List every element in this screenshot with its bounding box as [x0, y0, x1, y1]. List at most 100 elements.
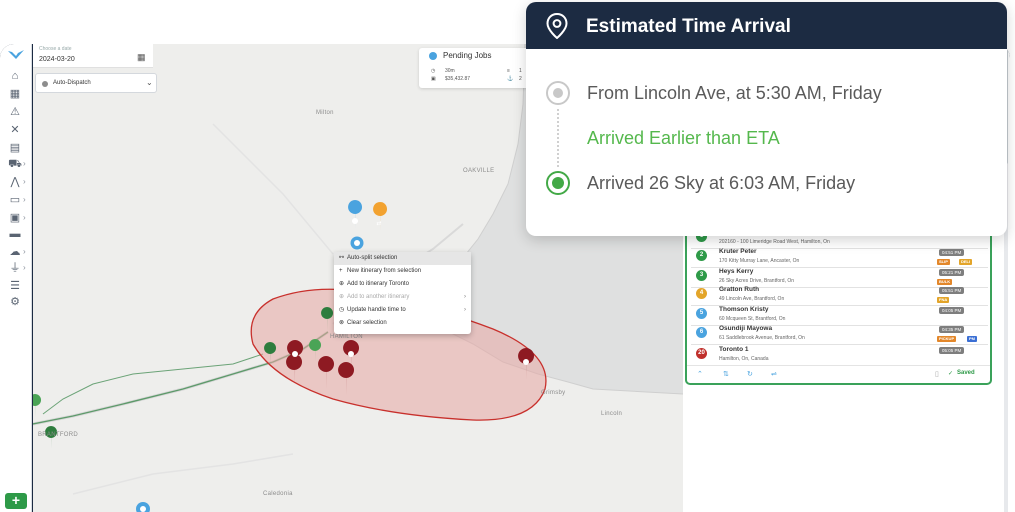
table-icon[interactable]: ▦	[8, 88, 22, 100]
route-card: 1 202160 - 100 Limeridge Road West, Hamil…	[685, 225, 992, 385]
alert-icon[interactable]: ⚠	[8, 106, 22, 118]
eta-card: Estimated Time Arrival From Lincoln Ave,…	[526, 2, 1007, 236]
stop-address: 202160 - 100 Limeridge Road West, Hamilt…	[719, 239, 830, 245]
map-label-oakville: OAKVILLE	[463, 168, 495, 174]
dispatch-select[interactable]: Auto-Dispatch ⌄	[35, 73, 157, 93]
chevron-right-icon[interactable]: ›	[23, 213, 26, 222]
check-circle-icon: ✓	[948, 371, 954, 377]
list-icon: ≡	[507, 68, 510, 74]
menu-item-add-to-another[interactable]: ⊕ Add to another itinerary ›	[334, 291, 471, 304]
menu-item-new-itinerary[interactable]: + New itinerary from selection	[334, 265, 471, 278]
menu-item-add-to-itinerary[interactable]: ⊕ Add to itinerary Toronto	[334, 278, 471, 291]
pending-amount: $35,432.87	[445, 76, 471, 82]
stop-time-badge: 04:05 PM	[939, 307, 965, 314]
marker-blue[interactable]	[348, 200, 363, 229]
arrival-dot-icon	[546, 171, 570, 195]
pending-time: 30m	[445, 68, 455, 74]
chevron-right-icon: ›	[464, 307, 466, 313]
chevron-right-icon[interactable]: ›	[23, 263, 26, 272]
stop-number-badge: 6	[696, 327, 707, 338]
stop-tag-badge: PICKUP	[937, 336, 957, 342]
chevron-right-icon[interactable]: ›	[23, 177, 26, 186]
pending-count-a: 1	[519, 68, 522, 74]
stop-time-badge: 05:05 PM	[939, 347, 965, 354]
home-icon[interactable]: ⌂	[8, 70, 22, 82]
eye-icon	[429, 52, 437, 60]
chevron-right-icon[interactable]: ›	[23, 159, 26, 168]
stop-name: Kruter Peter	[719, 248, 757, 255]
logo-icon	[8, 50, 24, 59]
list-icon[interactable]: ☰	[8, 280, 22, 292]
add-icon: ⊕	[339, 294, 345, 300]
pending-jobs-card[interactable]: Pending Jobs ◷ 30m ▣ $35,432.87 ≡ 1 ⚓ 2	[419, 48, 529, 88]
route-stop[interactable]: 6 Osundiji Mayowa 61 Saddlebrook Avenue, B…	[693, 325, 986, 345]
saved-status: Saved	[957, 370, 975, 376]
stop-name: Heys Kerry	[719, 268, 754, 275]
status-dot-icon	[42, 81, 48, 87]
menu-item-auto-split[interactable]: ⚯ Auto-split selection	[334, 252, 471, 265]
eta-status: Arrived Earlier than ETA	[587, 128, 780, 148]
route-stop[interactable]: 20 Toronto 1 Hamilton, On, Canada 05:05 PM	[693, 346, 986, 366]
chevron-down-icon: ⌄	[146, 78, 153, 87]
gear-icon[interactable]: ⚙	[8, 296, 22, 308]
route-stop[interactable]: 4 Gratton Ruth 49 Lincoln Ave, Brantford, …	[693, 286, 986, 306]
close-circle-icon: ⊗	[339, 320, 345, 326]
route-stop[interactable]: 5 Thomson Kristy 60 Mcqueen St, Brantford,…	[693, 306, 986, 326]
menu-item-update-handle-time[interactable]: ◷ Update handle time to ›	[334, 304, 471, 317]
menu-item-label: Auto-split selection	[347, 255, 398, 261]
swap-icon[interactable]: ⇅	[723, 370, 729, 378]
marker-orange[interactable]: ⇄	[373, 202, 388, 231]
route-card-footer: ⌃ ⇅ ↻ ⇌ ▯ ✓ Saved	[687, 365, 990, 383]
cloud-icon[interactable]: ☁	[8, 246, 22, 258]
stop-number-badge: 3	[696, 270, 707, 281]
clock-icon: ◷	[431, 68, 436, 74]
add-button[interactable]: +	[5, 493, 27, 509]
eta-header: Estimated Time Arrival	[526, 2, 1007, 49]
chevron-up-icon[interactable]: ⌃	[697, 370, 703, 378]
chart-icon[interactable]: ⋀	[8, 176, 22, 188]
anchor-icon: ⚓	[507, 76, 514, 82]
chevron-right-icon[interactable]: ›	[23, 195, 26, 204]
refresh-icon[interactable]: ↻	[747, 370, 753, 378]
chevron-right-icon[interactable]: ›	[23, 247, 26, 256]
stop-name: Osundiji Mayowa	[719, 325, 773, 332]
date-caption: Choose a date	[39, 46, 72, 52]
stop-tag-badge: PM	[967, 336, 977, 342]
stop-number-badge: 2	[696, 250, 707, 261]
route-stop[interactable]: 3 Heys Kerry 26 Sky Acres Drive, Brantford…	[693, 268, 986, 288]
dispatch-label: Auto-Dispatch	[53, 80, 91, 86]
menu-item-clear-selection[interactable]: ⊗ Clear selection	[334, 317, 471, 330]
truck-icon[interactable]: ⛟	[8, 158, 22, 170]
map-pin-icon	[546, 13, 568, 39]
calendar-icon[interactable]: ▣	[8, 212, 22, 224]
date-picker[interactable]: Choose a date 2024-03-20 ▦	[33, 44, 153, 68]
screenshot: ⌂ ▦ ⚠ ✕ ▤ ⛟ › ⋀ › ▭ › ▣ › ▬ ☁ › ⏚ › ☰ ⚙ …	[0, 0, 1015, 512]
trash-icon[interactable]: ▯	[935, 370, 939, 378]
stop-number-badge: 5	[696, 308, 707, 319]
date-value: 2024-03-20	[39, 56, 75, 63]
folder-icon[interactable]: ▭	[8, 194, 22, 206]
calendar-icon[interactable]: ▦	[137, 52, 146, 63]
route-stop[interactable]: 2 Kruter Peter 170 Kitty Murray Lane, Anca…	[693, 248, 986, 268]
menu-item-label: Clear selection	[347, 320, 387, 326]
chevron-right-icon: ›	[464, 294, 466, 300]
stop-address: Hamilton, On, Canada	[719, 356, 769, 362]
sidebar: ⌂ ▦ ⚠ ✕ ▤ ⛟ › ⋀ › ▭ › ▣ › ▬ ☁ › ⏚ › ☰ ⚙ …	[0, 44, 32, 512]
id-card-icon[interactable]: ▤	[8, 142, 22, 154]
svg-text:⇄: ⇄	[377, 220, 382, 227]
menu-item-label: Add to itinerary Toronto	[347, 281, 409, 287]
marker-green[interactable]	[33, 394, 42, 418]
stop-tag-badge: BULK	[937, 279, 953, 285]
plug-icon[interactable]: ⏚	[8, 262, 22, 274]
card-icon[interactable]: ▬	[8, 228, 22, 240]
plus-icon: +	[339, 268, 343, 274]
map-label-lincoln: Lincoln	[601, 411, 623, 417]
stop-number-badge: 20	[696, 348, 707, 359]
stop-time-badge: 05:51 PM	[939, 287, 965, 294]
stop-name: Gratton Ruth	[719, 286, 760, 293]
route-icon[interactable]: ✕	[8, 124, 22, 136]
pending-jobs-title: Pending Jobs	[443, 51, 492, 60]
filter-icon[interactable]: ⇌	[771, 370, 777, 378]
split-icon: ⚯	[339, 255, 345, 261]
add-icon: ⊕	[339, 281, 345, 287]
